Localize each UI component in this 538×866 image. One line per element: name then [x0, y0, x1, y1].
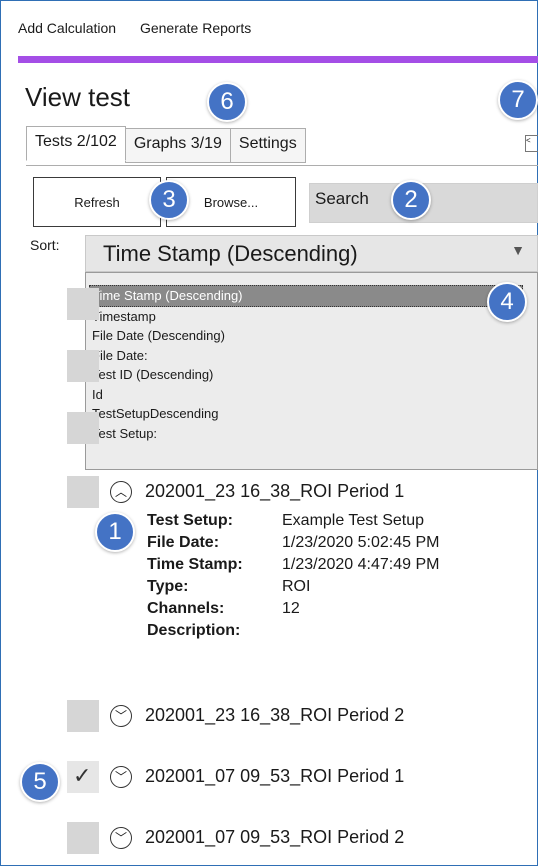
sort-option[interactable]: TestSetupDescending	[86, 404, 537, 424]
test-name[interactable]: 202001_23 16_38_ROI Period 1	[145, 481, 404, 502]
detail-value: 1/23/2020 5:02:45 PM	[282, 534, 440, 551]
page-title: View test	[25, 82, 131, 112]
accent-bar	[18, 56, 538, 63]
sort-option[interactable]: Test Setup:	[86, 424, 537, 444]
detail-value: ROI	[282, 578, 311, 595]
sort-dropdown[interactable]: Time Stamp (Descending) ▼	[85, 235, 538, 272]
test-name[interactable]: 202001_07 09_53_ROI Period 2	[145, 827, 404, 848]
chevron-up-icon[interactable]: ︿	[110, 481, 132, 503]
checkbox[interactable]	[67, 288, 99, 320]
detail-key: Test Setup:	[147, 512, 233, 529]
tab-bar: Tests 2/102 Graphs 3/19 Settings	[26, 126, 306, 163]
menu-generate-reports[interactable]: Generate Reports	[140, 20, 251, 36]
sort-options-list: Time Stamp (Descending) Timestamp File D…	[85, 272, 538, 470]
detail-value: 12	[282, 600, 300, 617]
test-name[interactable]: 202001_07 09_53_ROI Period 1	[145, 766, 404, 787]
tab-graphs[interactable]: Graphs 3/19	[124, 128, 231, 163]
menu-add-calculation[interactable]: Add Calculation	[18, 20, 116, 36]
annotation-badge-7: 7	[498, 80, 538, 120]
annotation-badge-4: 4	[487, 282, 527, 322]
sort-option[interactable]: Timestamp	[86, 307, 537, 327]
test-details: Test Setup: Example Test Setup File Date:…	[147, 512, 439, 644]
detail-value: 1/23/2020 4:47:49 PM	[282, 556, 440, 573]
annotation-badge-1: 1	[95, 512, 135, 552]
dropdown-arrow-icon[interactable]: ▼	[511, 242, 525, 258]
checkbox[interactable]	[67, 350, 99, 382]
detail-value	[282, 622, 439, 644]
tab-divider	[26, 165, 538, 166]
sort-option[interactable]: Test ID (Descending)	[86, 365, 537, 385]
sort-option[interactable]: File Date:	[86, 346, 537, 366]
sort-option[interactable]: Id	[86, 385, 537, 405]
detail-key: Channels:	[147, 600, 225, 617]
test-checkbox[interactable]	[67, 822, 99, 854]
test-checkbox[interactable]	[67, 700, 99, 732]
annotation-badge-6: 6	[207, 82, 247, 122]
test-checkbox[interactable]	[67, 476, 99, 508]
tab-settings[interactable]: Settings	[229, 128, 306, 163]
chevron-down-icon[interactable]: ﹀	[110, 705, 132, 727]
test-checkbox-checked[interactable]	[67, 761, 99, 793]
detail-key: File Date:	[147, 534, 220, 551]
checkbox[interactable]	[67, 412, 99, 444]
tab-tests[interactable]: Tests 2/102	[26, 126, 126, 161]
refresh-button[interactable]: Refresh	[33, 177, 161, 227]
collapse-panel-icon[interactable]: <	[525, 135, 538, 152]
annotation-badge-3: 3	[149, 180, 189, 220]
sort-selected-value: Time Stamp (Descending)	[103, 241, 358, 266]
annotation-badge-2: 2	[391, 180, 431, 220]
sort-label: Sort:	[30, 237, 60, 253]
chevron-down-icon[interactable]: ﹀	[110, 766, 132, 788]
chevron-down-icon[interactable]: ﹀	[110, 827, 132, 849]
detail-key: Time Stamp:	[147, 556, 243, 573]
detail-key: Type:	[147, 578, 189, 595]
sort-option[interactable]: File Date (Descending)	[86, 326, 537, 346]
menu-bar: Add Calculation Generate Reports	[18, 20, 271, 36]
sort-option[interactable]: Time Stamp (Descending)	[89, 285, 523, 307]
test-name[interactable]: 202001_23 16_38_ROI Period 2	[145, 705, 404, 726]
detail-value: Example Test Setup	[282, 512, 425, 529]
annotation-badge-5: 5	[20, 762, 60, 802]
detail-key: Description:	[147, 622, 241, 639]
